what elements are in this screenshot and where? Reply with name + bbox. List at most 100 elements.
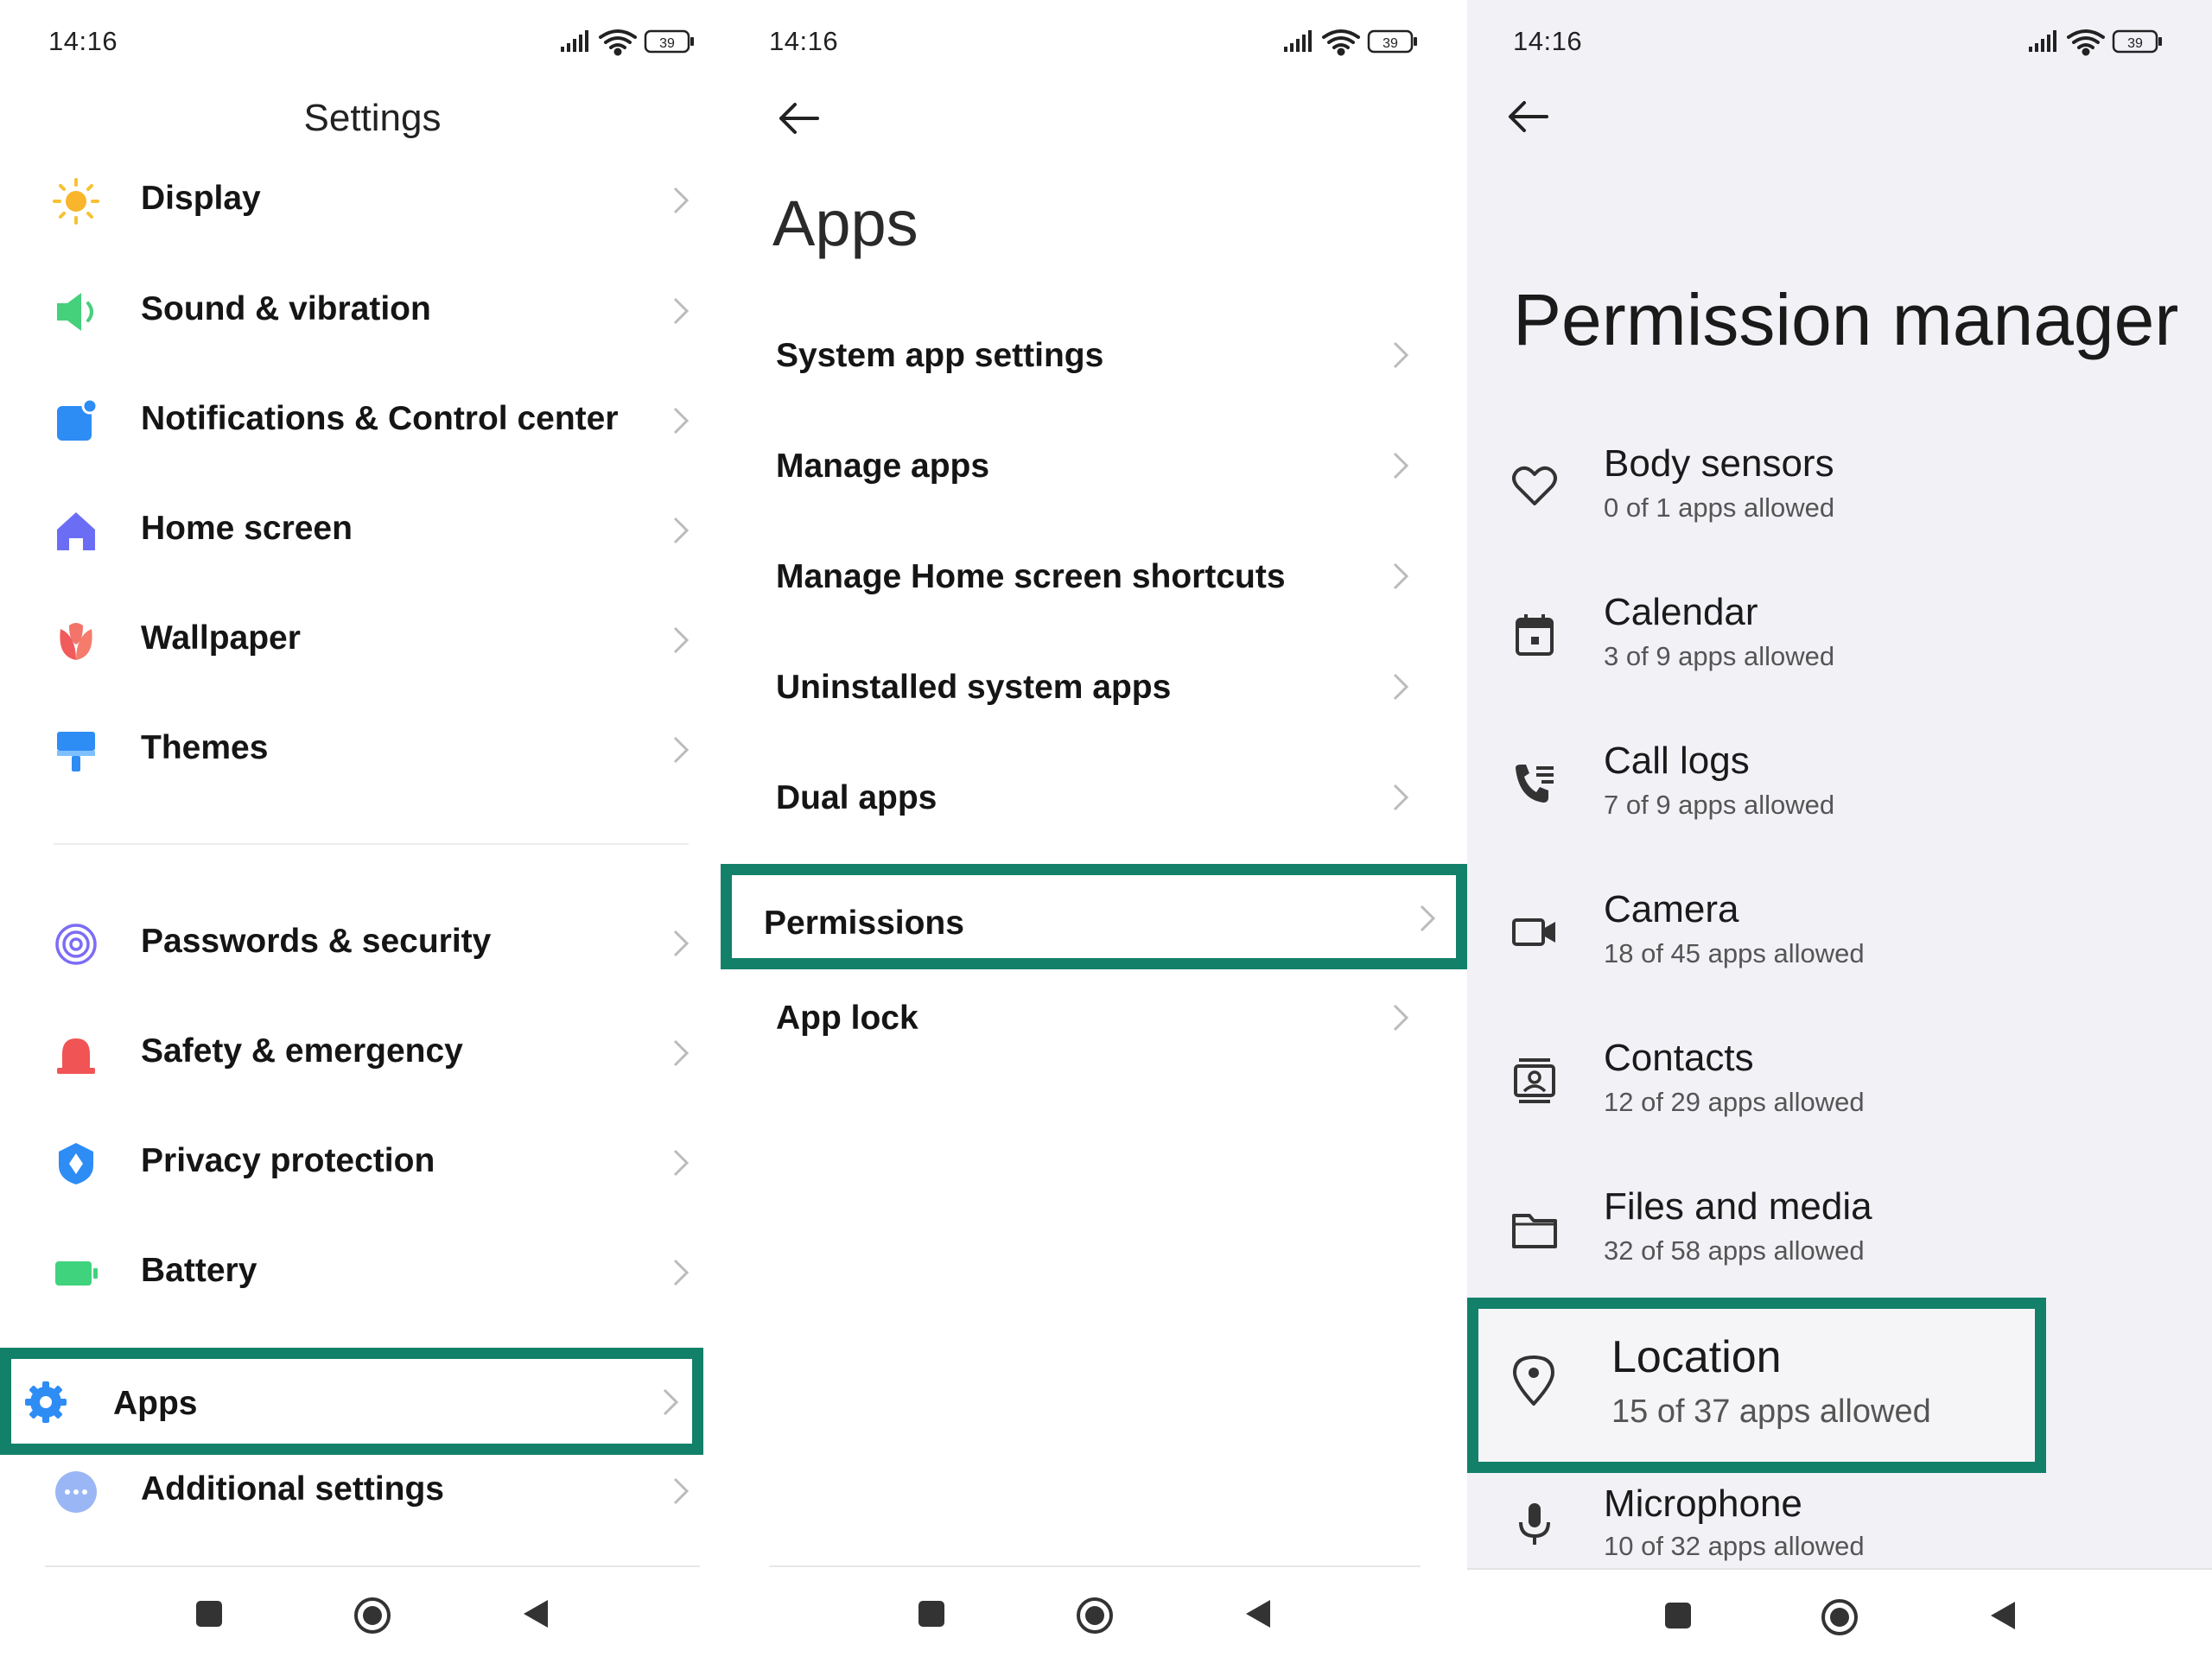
settings-item-apps[interactable]: Apps <box>0 1348 703 1455</box>
settings-item-label: Wallpaper <box>141 619 301 657</box>
gear-icon <box>25 1381 67 1423</box>
permission-item-microphone[interactable]: Microphone 10 of 32 apps allowed <box>1467 1474 2212 1569</box>
permission-item-location[interactable]: Location 15 of 37 apps allowed <box>1467 1298 2046 1473</box>
settings-item-notifications[interactable]: Notifications & Control center <box>0 372 721 467</box>
settings-item-safety-emergency[interactable]: Safety & emergency <box>0 1005 721 1100</box>
settings-item-additional[interactable]: Additional settings <box>0 1443 721 1538</box>
apps-item-uninstalled-system-apps[interactable]: Uninstalled system apps <box>721 638 1467 733</box>
settings-item-label: Themes <box>141 729 269 766</box>
status-bar: 14:16 39 <box>1467 0 2212 86</box>
settings-item-battery[interactable]: Battery <box>0 1224 721 1319</box>
permission-item-files-media[interactable]: Files and media 32 of 58 apps allowed <box>1467 1166 2212 1305</box>
settings-item-wallpaper[interactable]: Wallpaper <box>0 592 721 687</box>
settings-item-label: Notifications & Control center <box>141 400 619 437</box>
permission-count: 32 of 58 apps allowed <box>1604 1235 1865 1266</box>
permission-count: 10 of 32 apps allowed <box>1604 1531 1865 1561</box>
permission-item-calendar[interactable]: Calendar 3 of 9 apps allowed <box>1467 572 2212 710</box>
apps-item-home-screen-shortcuts[interactable]: Manage Home screen shortcuts <box>721 528 1467 623</box>
permission-label: Call logs <box>1604 740 1750 782</box>
permission-item-contacts[interactable]: Contacts 12 of 29 apps allowed <box>1467 1018 2212 1156</box>
settings-item-passwords-security[interactable]: Passwords & security <box>0 895 721 990</box>
settings-item-themes[interactable]: Themes <box>0 702 721 797</box>
page-title: Permission manager <box>1513 279 2179 360</box>
permission-item-call-logs[interactable]: Call logs 7 of 9 apps allowed <box>1467 721 2212 859</box>
status-icons: 39 <box>561 29 694 56</box>
chevron-right-icon <box>673 297 690 325</box>
chevron-right-icon <box>673 407 690 435</box>
nav-divider <box>769 1565 1421 1567</box>
settings-item-label: Privacy protection <box>141 1142 435 1179</box>
back-button[interactable] <box>520 1598 551 1629</box>
speaker-icon <box>57 293 93 331</box>
chevron-right-icon <box>663 1388 679 1416</box>
settings-item-label: Home screen <box>141 510 353 547</box>
chevron-right-icon <box>1420 905 1436 932</box>
section-divider <box>54 843 689 845</box>
battery-status-icon: 39 <box>1367 29 1417 54</box>
permission-label: Location <box>1611 1332 1782 1382</box>
back-arrow-icon[interactable] <box>1502 95 1554 138</box>
notification-icon <box>57 397 99 441</box>
permission-label: Body sensors <box>1604 442 1834 485</box>
wifi-icon <box>1322 29 1360 56</box>
permission-item-body-sensors[interactable]: Body sensors 0 of 1 apps allowed <box>1467 423 2212 562</box>
permission-label: Microphone <box>1604 1482 1802 1525</box>
back-button[interactable] <box>1987 1600 2018 1631</box>
wifi-icon <box>2067 29 2105 56</box>
status-icons: 39 <box>1284 29 1417 56</box>
home-button[interactable] <box>1075 1596 1115 1635</box>
status-time: 14:16 <box>769 26 839 56</box>
fingerprint-icon <box>55 924 97 965</box>
nav-divider <box>45 1565 700 1567</box>
apps-item-permissions[interactable]: Permissions <box>721 864 1467 969</box>
chevron-right-icon <box>673 1149 690 1177</box>
settings-item-display[interactable]: Display <box>0 152 721 247</box>
settings-item-home-screen[interactable]: Home screen <box>0 482 721 577</box>
settings-item-sound[interactable]: Sound & vibration <box>0 263 721 358</box>
settings-screen: 14:16 39 Settings Display Sound & vibrat… <box>0 0 721 1657</box>
heart-icon <box>1512 466 1557 505</box>
permission-count: 7 of 9 apps allowed <box>1604 790 1835 820</box>
apps-item-system-app-settings[interactable]: System app settings <box>721 307 1467 402</box>
status-icons: 39 <box>2029 29 2162 56</box>
permission-count: 3 of 9 apps allowed <box>1604 641 1835 671</box>
recents-button[interactable] <box>1662 1600 1694 1631</box>
settings-item-privacy[interactable]: Privacy protection <box>0 1114 721 1209</box>
settings-item-label: Apps <box>113 1385 198 1422</box>
camera-icon <box>1512 918 1555 946</box>
home-button[interactable] <box>1820 1597 1859 1637</box>
status-time: 14:16 <box>1513 26 1583 56</box>
flower-icon <box>60 623 92 660</box>
recents-button[interactable] <box>194 1598 225 1629</box>
settings-item-label: Display <box>141 180 261 217</box>
permission-label: Contacts <box>1604 1037 1754 1079</box>
back-arrow-icon[interactable] <box>772 97 824 140</box>
status-bar: 14:16 39 <box>721 0 1467 86</box>
page-title: Apps <box>772 187 918 259</box>
battery-status-icon: 39 <box>644 29 694 54</box>
chevron-right-icon <box>1393 452 1409 479</box>
microphone-icon <box>1519 1503 1550 1545</box>
back-button[interactable] <box>1243 1598 1274 1629</box>
chevron-right-icon <box>673 930 690 957</box>
call-log-icon <box>1516 765 1554 803</box>
apps-item-manage-apps[interactable]: Manage apps <box>721 417 1467 512</box>
permission-count: 15 of 37 apps allowed <box>1611 1394 1931 1430</box>
recents-button[interactable] <box>916 1598 947 1629</box>
apps-item-dual-apps[interactable]: Dual apps <box>721 749 1467 844</box>
home-icon <box>57 512 95 550</box>
chevron-right-icon <box>1393 562 1409 590</box>
chevron-right-icon <box>1393 341 1409 369</box>
siren-icon <box>57 1038 95 1074</box>
chevron-right-icon <box>673 736 690 764</box>
chevron-right-icon <box>1393 784 1409 811</box>
apps-screen: 14:16 39 Apps System app settings Manage… <box>721 0 1467 1657</box>
chevron-right-icon <box>673 1477 690 1505</box>
home-button[interactable] <box>353 1596 392 1635</box>
permission-item-camera[interactable]: Camera 18 of 45 apps allowed <box>1467 869 2212 1007</box>
apps-item-app-lock[interactable]: App lock <box>721 969 1467 1064</box>
permission-count: 18 of 45 apps allowed <box>1604 938 1865 968</box>
shield-icon <box>59 1143 93 1184</box>
settings-item-label: Sound & vibration <box>141 290 431 327</box>
settings-item-label: Additional settings <box>141 1470 444 1508</box>
